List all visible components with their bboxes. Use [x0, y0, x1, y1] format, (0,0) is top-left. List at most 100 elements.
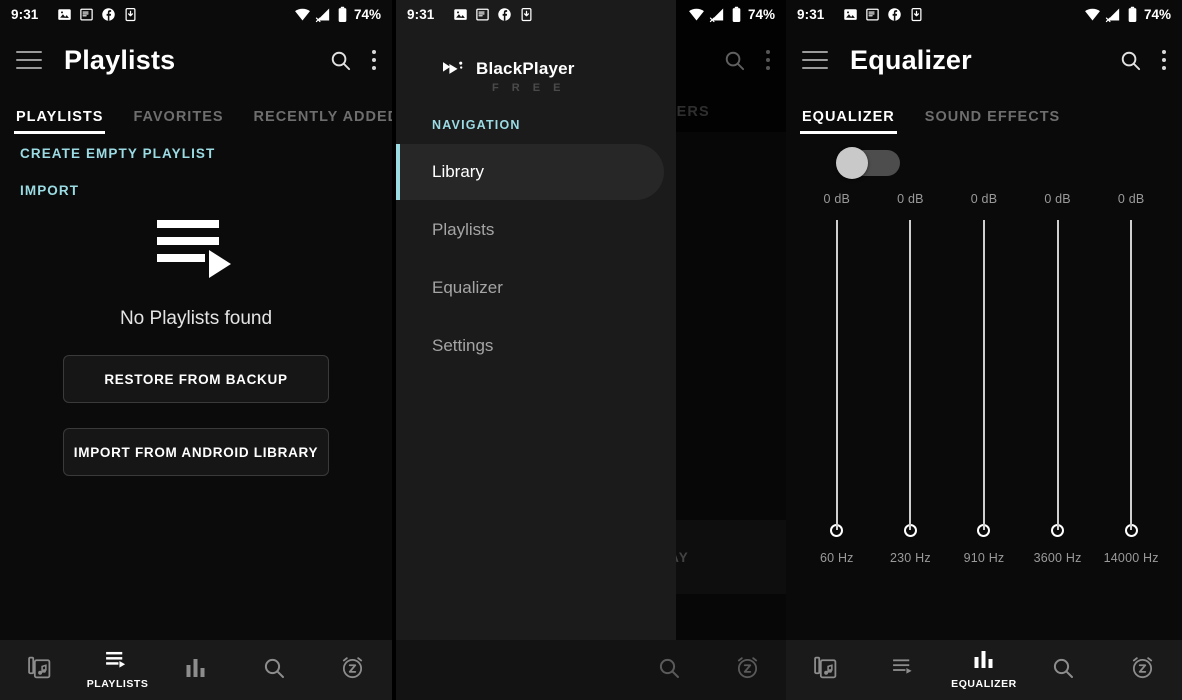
create-empty-playlist-link[interactable]: CREATE EMPTY PLAYLIST	[20, 146, 372, 161]
restore-from-backup-button[interactable]: RESTORE FROM BACKUP	[63, 355, 329, 403]
cellular-off-icon	[315, 7, 330, 22]
status-time: 9:31	[407, 6, 435, 22]
kebab-icon[interactable]	[1162, 50, 1166, 70]
drawer-item-label: Playlists	[432, 220, 495, 239]
equalizer-icon	[184, 657, 207, 684]
nav-library[interactable]	[396, 640, 474, 700]
band-frequency-label: 14000 Hz	[1103, 551, 1159, 565]
band-gain-label: 0 dB	[970, 192, 998, 206]
band-gain-label: 0 dB	[823, 192, 851, 206]
facebook-icon	[102, 7, 116, 21]
drawer-item-library[interactable]: Library	[396, 144, 664, 200]
status-notification-icons	[57, 7, 138, 22]
nav-equalizer[interactable]	[157, 640, 235, 700]
nav-equalizer[interactable]: EQUALIZER	[944, 640, 1023, 700]
app-bar-actions	[1119, 49, 1166, 72]
nav-playlists[interactable]	[474, 640, 552, 700]
nav-equalizer[interactable]	[552, 640, 630, 700]
battery-percent: 74%	[353, 6, 381, 22]
wifi-icon	[1085, 8, 1100, 21]
nav-sleep-timer[interactable]	[708, 640, 786, 700]
band-slider[interactable]	[1130, 220, 1133, 530]
tab-sound-effects[interactable]: SOUND EFFECTS	[925, 109, 1060, 134]
app-bar-equalizer: Equalizer	[786, 28, 1182, 92]
article-icon	[476, 8, 490, 20]
equalizer-band: 0 dB 230 Hz	[874, 192, 948, 565]
search-icon[interactable]	[723, 49, 746, 72]
status-bar: 9:31 74%	[0, 0, 392, 28]
band-slider[interactable]	[1056, 220, 1059, 530]
tab-recently-added[interactable]: RECENTLY ADDED	[254, 109, 392, 134]
cellular-off-icon	[709, 7, 724, 22]
import-link[interactable]: IMPORT	[20, 183, 372, 198]
status-bar-left: 9:31	[797, 7, 924, 22]
band-slider[interactable]	[982, 220, 985, 530]
equalizer-enable-switch[interactable]	[836, 147, 900, 179]
tab-equalizer[interactable]: EQUALIZER	[800, 109, 897, 134]
band-gain-label: 0 dB	[897, 192, 924, 206]
equalizer-band: 0 dB 14000 Hz	[1094, 192, 1168, 565]
article-icon	[80, 8, 94, 20]
nav-search[interactable]	[1024, 640, 1103, 700]
status-bar-right: 74%	[294, 6, 381, 23]
tab-favorites[interactable]: FAVORITES	[133, 109, 223, 134]
wifi-icon	[295, 8, 310, 21]
app-bar-playlists: Playlists	[0, 28, 392, 92]
band-frequency-label: 60 Hz	[819, 551, 854, 565]
download-icon	[521, 7, 532, 21]
hamburger-icon[interactable]	[16, 51, 42, 69]
search-icon	[1051, 656, 1075, 685]
equalizer-body: 0 dB 60 Hz 0 dB 230 Hz 0 dB 910 Hz 0 dB …	[786, 147, 1182, 700]
band-frequency-label: 230 Hz	[889, 551, 931, 565]
status-bar-left: 9:31	[11, 7, 138, 22]
tab-playlists[interactable]: PLAYLISTS	[13, 109, 106, 134]
nav-playlists[interactable]	[865, 640, 944, 700]
band-slider[interactable]	[909, 220, 912, 530]
equalizer-icon	[972, 650, 995, 675]
kebab-icon[interactable]	[766, 50, 770, 70]
nav-equalizer-label: EQUALIZER	[951, 678, 1017, 690]
download-icon	[911, 7, 922, 21]
image-icon	[454, 8, 468, 20]
nav-library[interactable]	[0, 640, 78, 700]
band-slider[interactable]	[835, 220, 838, 530]
library-icon	[27, 655, 52, 685]
tab-bar-playlists: PLAYLISTS FAVORITES RECENTLY ADDED	[0, 92, 392, 134]
switch-knob	[836, 147, 868, 179]
nav-search[interactable]	[630, 640, 708, 700]
sleep-timer-icon	[735, 655, 760, 685]
empty-state-message: No Playlists found	[119, 308, 273, 329]
status-time: 9:31	[11, 6, 39, 22]
nav-playlists[interactable]: PLAYLISTS	[78, 640, 156, 700]
app-bar-actions	[329, 49, 376, 72]
facebook-icon	[498, 7, 512, 21]
drawer-item-label: Library	[432, 162, 484, 181]
import-from-android-library-button[interactable]: IMPORT FROM ANDROID LIBRARY	[63, 428, 329, 476]
nav-search[interactable]	[235, 640, 313, 700]
drawer-item-settings[interactable]: Settings	[396, 318, 676, 374]
playlists-icon	[892, 658, 917, 682]
search-icon[interactable]	[329, 49, 352, 72]
nav-sleep-timer[interactable]	[1103, 640, 1182, 700]
nav-sleep-timer[interactable]	[314, 640, 392, 700]
drawer-item-equalizer[interactable]: Equalizer	[396, 260, 676, 316]
hamburger-icon[interactable]	[802, 51, 828, 69]
article-icon	[866, 8, 880, 20]
search-icon	[262, 656, 286, 685]
battery-icon	[1128, 6, 1137, 22]
search-icon	[657, 656, 681, 685]
equalizer-bands: 0 dB 60 Hz 0 dB 230 Hz 0 dB 910 Hz 0 dB …	[786, 176, 1182, 565]
playlist-action-links: CREATE EMPTY PLAYLIST IMPORT	[0, 134, 392, 198]
band-frequency-label: 910 Hz	[963, 551, 1005, 565]
search-icon[interactable]	[1119, 49, 1142, 72]
screenshot-root: 9:31 74% Playlists PLAYLISTS FAVORITES R…	[0, 0, 1182, 700]
wifi-icon	[689, 8, 704, 21]
battery-percent: 74%	[747, 6, 775, 22]
drawer-item-playlists[interactable]: Playlists	[396, 202, 676, 258]
facebook-icon	[888, 7, 902, 21]
drawer-section-title: NAVIGATION	[432, 118, 521, 132]
status-bar: 9:31 74%	[786, 0, 1182, 28]
image-icon	[58, 8, 72, 20]
kebab-icon[interactable]	[372, 50, 376, 70]
nav-library[interactable]	[786, 640, 865, 700]
